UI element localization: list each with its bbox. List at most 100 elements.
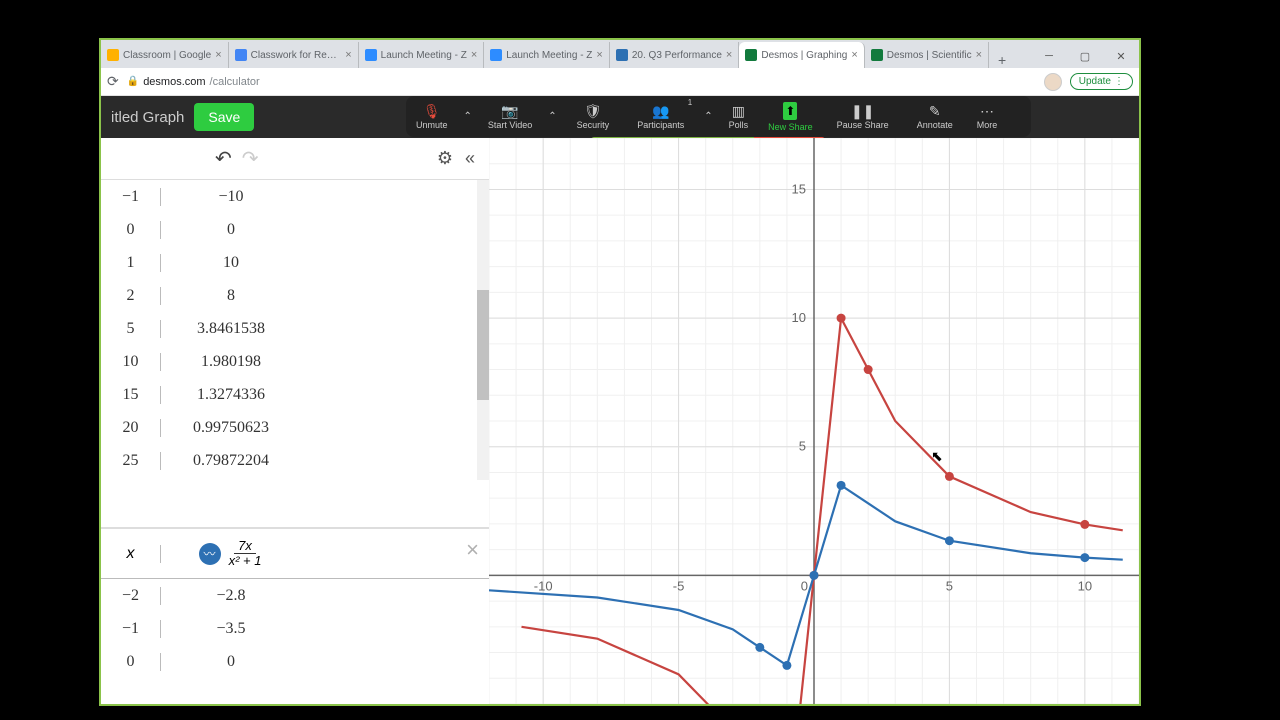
tab-close-icon[interactable]: × bbox=[851, 49, 857, 61]
zoom-participants-button[interactable]: 👥 1 Participants bbox=[623, 96, 698, 137]
browser-tab[interactable]: Classroom | Google × bbox=[101, 42, 229, 68]
table-cell-x[interactable]: 15 bbox=[101, 386, 161, 404]
table-row[interactable]: 28 bbox=[101, 279, 489, 312]
tab-close-icon[interactable]: × bbox=[345, 49, 351, 61]
zoom-security-button[interactable]: 🛡 Security bbox=[563, 96, 624, 137]
table-cell-x[interactable]: 10 bbox=[101, 353, 161, 371]
undo-icon[interactable]: ↶ bbox=[215, 146, 232, 171]
participants-chevron-icon[interactable]: ⌃ bbox=[698, 111, 718, 122]
table-cell-y[interactable]: 8 bbox=[161, 287, 301, 305]
reload-icon[interactable]: ⟳ bbox=[107, 73, 119, 90]
table-row[interactable]: 200.99750623 bbox=[101, 411, 489, 444]
browser-tab[interactable]: 20. Q3 Performance× bbox=[610, 42, 739, 68]
table-cell-y[interactable]: −3.5 bbox=[161, 620, 301, 638]
url-field[interactable]: 🔒 desmos.com/calculator bbox=[127, 76, 260, 88]
close-icon[interactable]: × bbox=[466, 537, 479, 563]
table-cell-y[interactable]: 1.3274336 bbox=[161, 386, 301, 404]
table-cell-x[interactable]: −2 bbox=[101, 587, 161, 605]
tab-close-icon[interactable]: × bbox=[215, 49, 221, 61]
table-cell-y[interactable]: 0 bbox=[161, 221, 301, 239]
svg-text:-10: -10 bbox=[534, 578, 553, 593]
table-cell-y[interactable]: 0 bbox=[161, 653, 301, 671]
svg-text:0: 0 bbox=[801, 578, 808, 593]
table-cell-y[interactable]: 0.99750623 bbox=[161, 419, 301, 437]
window-minimize[interactable]: ─ bbox=[1031, 44, 1067, 68]
table2-y-header[interactable]: 〰 7x x² + 1 bbox=[161, 539, 301, 569]
share-screen-icon: ⬆ bbox=[783, 102, 797, 120]
video-off-icon: 📷 bbox=[501, 104, 518, 118]
browser-tab[interactable]: Desmos | Scientific× bbox=[865, 42, 989, 68]
svg-text:5: 5 bbox=[799, 439, 806, 454]
new-tab-button[interactable]: + bbox=[989, 52, 1015, 68]
tab-close-icon[interactable]: × bbox=[596, 49, 602, 61]
table-row[interactable]: 101.980198 bbox=[101, 345, 489, 378]
svg-text:-5: -5 bbox=[673, 578, 685, 593]
graph-title[interactable]: itled Graph bbox=[111, 109, 184, 126]
tab-close-icon[interactable]: × bbox=[471, 49, 477, 61]
svg-text:10: 10 bbox=[1078, 578, 1092, 593]
scrollbar-thumb[interactable] bbox=[477, 290, 489, 400]
pause-icon: ❚❚ bbox=[851, 104, 874, 118]
browser-update-button[interactable]: Update ⋮ bbox=[1070, 73, 1133, 90]
polls-icon: ▥ bbox=[732, 104, 745, 118]
table-cell-x[interactable]: 2 bbox=[101, 287, 161, 305]
table2-x-header[interactable]: x bbox=[101, 545, 161, 563]
table-cell-y[interactable]: −10 bbox=[161, 188, 301, 206]
browser-tab[interactable]: Desmos | Graphing× bbox=[739, 42, 864, 68]
tab-title: Classroom | Google bbox=[123, 50, 211, 61]
table-row[interactable]: 151.3274336 bbox=[101, 378, 489, 411]
url-bar: ⟳ 🔒 desmos.com/calculator Update ⋮ bbox=[101, 68, 1139, 96]
table-2[interactable]: × x 〰 7x x² + 1 −2−2.8−1−3.500 bbox=[101, 528, 489, 678]
expression-scrollbar[interactable] bbox=[477, 180, 489, 480]
tab-close-icon[interactable]: × bbox=[726, 49, 732, 61]
save-button[interactable]: Save bbox=[194, 103, 254, 131]
zoom-new-share-button[interactable]: ⬆ New Share bbox=[758, 96, 823, 137]
table-cell-x[interactable]: 0 bbox=[101, 221, 161, 239]
browser-tab[interactable]: Launch Meeting - Z× bbox=[484, 42, 610, 68]
tab-close-icon[interactable]: × bbox=[976, 49, 982, 61]
table-row[interactable]: −1−3.5 bbox=[101, 612, 489, 645]
zoom-pause-share-button[interactable]: ❚❚ Pause Share bbox=[823, 96, 903, 137]
table-1[interactable]: −1−10001102853.8461538101.980198151.3274… bbox=[101, 180, 489, 528]
zoom-annotate-button[interactable]: ✎ Annotate bbox=[903, 96, 967, 137]
table-cell-y[interactable]: −2.8 bbox=[161, 587, 301, 605]
table-row[interactable]: 53.8461538 bbox=[101, 312, 489, 345]
table-cell-y[interactable]: 0.79872204 bbox=[161, 452, 301, 470]
table-cell-x[interactable]: −1 bbox=[101, 620, 161, 638]
window-close[interactable]: ✕ bbox=[1103, 44, 1139, 68]
zoom-polls-button[interactable]: ▥ Polls bbox=[719, 96, 759, 137]
table-cell-x[interactable]: −1 bbox=[101, 188, 161, 206]
series-color-swatch[interactable]: 〰 bbox=[199, 543, 221, 565]
browser-tab[interactable]: Launch Meeting - Z× bbox=[359, 42, 485, 68]
table-cell-x[interactable]: 20 bbox=[101, 419, 161, 437]
table-cell-x[interactable]: 0 bbox=[101, 653, 161, 671]
table-cell-x[interactable]: 1 bbox=[101, 254, 161, 272]
table-cell-x[interactable]: 5 bbox=[101, 320, 161, 338]
table-row[interactable]: 00 bbox=[101, 213, 489, 246]
table-row[interactable]: 00 bbox=[101, 645, 489, 678]
table-row[interactable]: −2−2.8 bbox=[101, 579, 489, 612]
gear-icon[interactable]: ⚙ bbox=[437, 148, 453, 169]
svg-text:10: 10 bbox=[792, 310, 806, 325]
tab-favicon bbox=[616, 49, 628, 61]
video-chevron-icon[interactable]: ⌃ bbox=[542, 111, 562, 122]
table-cell-y[interactable]: 10 bbox=[161, 254, 301, 272]
profile-avatar[interactable] bbox=[1044, 73, 1062, 91]
table-row[interactable]: 110 bbox=[101, 246, 489, 279]
table-row[interactable]: −1−10 bbox=[101, 180, 489, 213]
audio-chevron-icon[interactable]: ⌃ bbox=[458, 111, 478, 122]
table-cell-x[interactable]: 25 bbox=[101, 452, 161, 470]
redo-icon[interactable]: ↷ bbox=[242, 146, 259, 171]
expression-toolbar: ↶ ↷ ⚙ « bbox=[101, 138, 489, 180]
zoom-more-button[interactable]: ⋯ More bbox=[967, 96, 1008, 137]
collapse-panel-icon[interactable]: « bbox=[465, 148, 475, 169]
zoom-start-video-button[interactable]: 📷 Start Video bbox=[478, 96, 542, 137]
browser-tab[interactable]: Classwork for Reyes× bbox=[229, 42, 359, 68]
table-row[interactable]: 250.79872204 bbox=[101, 444, 489, 477]
window-maximize[interactable]: ▢ bbox=[1067, 44, 1103, 68]
zoom-unmute-button[interactable]: 🎙 Unmute bbox=[406, 96, 458, 137]
table-cell-y[interactable]: 3.8461538 bbox=[161, 320, 301, 338]
graph-canvas[interactable]: -10-5510051015 ⬉ bbox=[489, 138, 1139, 704]
mouse-cursor-icon: ⬉ bbox=[931, 448, 943, 465]
table-cell-y[interactable]: 1.980198 bbox=[161, 353, 301, 371]
